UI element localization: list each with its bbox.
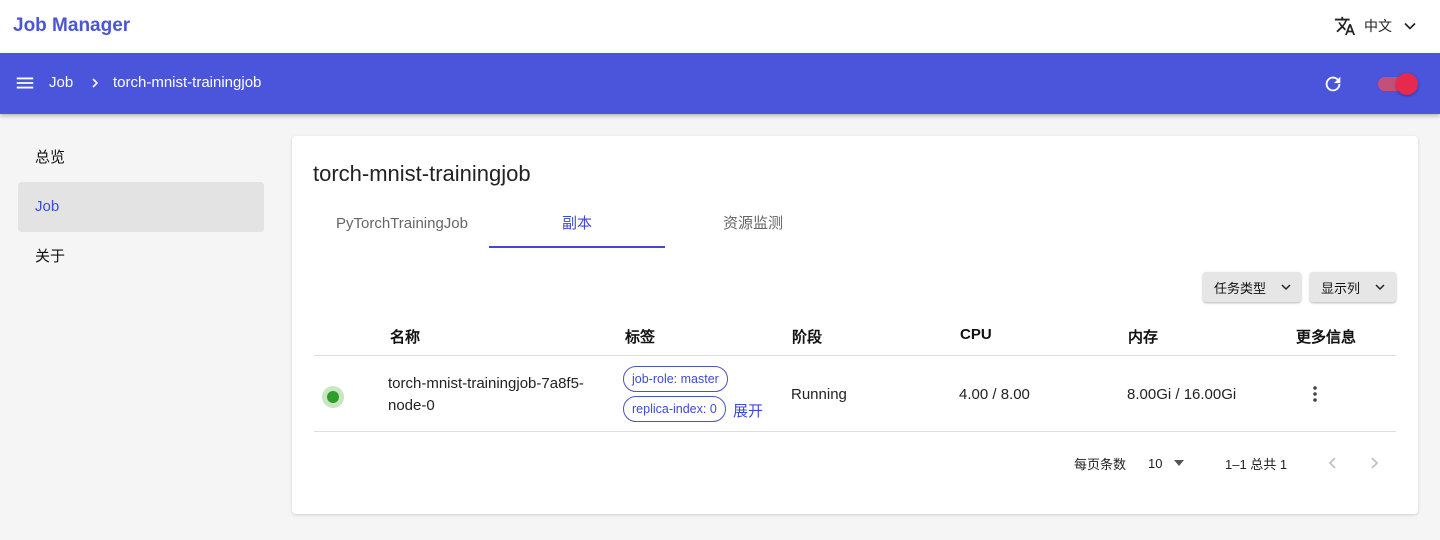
- label-chip: replica-index: 0: [623, 396, 726, 422]
- table-divider: [314, 431, 1396, 432]
- columns-filter-label: 显示列: [1321, 280, 1361, 296]
- replica-name-line-1: torch-mnist-trainingjob-7a8f5-: [388, 375, 584, 392]
- tab-pytorchtrainingjob[interactable]: PyTorchTrainingJob: [314, 204, 490, 248]
- column-header-more: 更多信息: [1296, 329, 1357, 346]
- column-header-labels[interactable]: 标签: [625, 326, 655, 347]
- rows-per-page-select[interactable]: 10: [1148, 452, 1188, 474]
- tab-replicas[interactable]: 副本: [489, 204, 665, 248]
- replica-memory: 8.00Gi / 16.00Gi: [1127, 386, 1237, 403]
- replica-cpu: 4.00 / 8.00: [959, 386, 1030, 403]
- refresh-icon[interactable]: [1322, 73, 1344, 95]
- breadcrumb-current: torch-mnist-trainingjob: [113, 74, 262, 91]
- expand-labels-link[interactable]: 展开: [733, 400, 763, 421]
- translate-icon: [1334, 16, 1356, 36]
- rows-per-page-label: 每页条数: [1074, 457, 1127, 472]
- language-label: 中文: [1364, 18, 1392, 34]
- replica-name[interactable]: torch-mnist-trainingjob-7a8f5- node-0: [388, 373, 584, 417]
- task-type-filter-label: 任务类型: [1214, 280, 1267, 296]
- sidebar-item-about[interactable]: 关于: [18, 232, 264, 282]
- caret-down-icon: [1174, 460, 1185, 466]
- app-bar: Job torch-mnist-trainingjob: [0, 53, 1440, 114]
- label-chip: job-role: master: [623, 366, 728, 392]
- rows-per-page-value: 10: [1148, 455, 1163, 471]
- chevron-down-icon: [1375, 284, 1385, 291]
- sidebar-item-job[interactable]: Job: [18, 182, 264, 232]
- status-indicator: [322, 386, 344, 408]
- theme-toggle[interactable]: [1376, 73, 1418, 95]
- breadcrumb-job[interactable]: Job: [49, 74, 73, 91]
- column-header-phase[interactable]: 阶段: [792, 326, 822, 347]
- language-selector[interactable]: 中文: [1334, 14, 1420, 38]
- page-title: torch-mnist-trainingjob: [313, 161, 531, 186]
- tab-resource-monitoring[interactable]: 资源监测: [665, 204, 841, 248]
- chevron-left-icon[interactable]: [1323, 452, 1343, 474]
- job-detail-card: torch-mnist-trainingjob PyTorchTrainingJ…: [292, 136, 1418, 514]
- chevron-right-icon: [92, 78, 99, 88]
- column-header-memory[interactable]: 内存: [1128, 326, 1158, 347]
- table-divider: [314, 355, 1396, 356]
- task-type-filter-button[interactable]: 任务类型: [1203, 272, 1301, 302]
- pagination-range: 1–1 总共 1: [1225, 457, 1288, 472]
- menu-icon[interactable]: [14, 72, 36, 94]
- columns-filter-button[interactable]: 显示列: [1310, 272, 1396, 302]
- top-bar: Job Manager 中文: [0, 0, 1440, 53]
- toggle-thumb: [1396, 73, 1418, 95]
- column-header-cpu[interactable]: CPU: [960, 326, 992, 343]
- chevron-down-icon: [1404, 22, 1416, 30]
- app-title[interactable]: Job Manager: [13, 15, 130, 37]
- chevron-right-icon[interactable]: [1364, 452, 1384, 474]
- replica-phase: Running: [791, 386, 847, 403]
- column-header-name[interactable]: 名称: [390, 326, 420, 347]
- more-vert-icon[interactable]: [1306, 384, 1324, 404]
- sidebar-item-overview[interactable]: 总览: [18, 133, 264, 183]
- chevron-down-icon: [1281, 284, 1291, 291]
- replica-name-line-2: node-0: [388, 397, 435, 414]
